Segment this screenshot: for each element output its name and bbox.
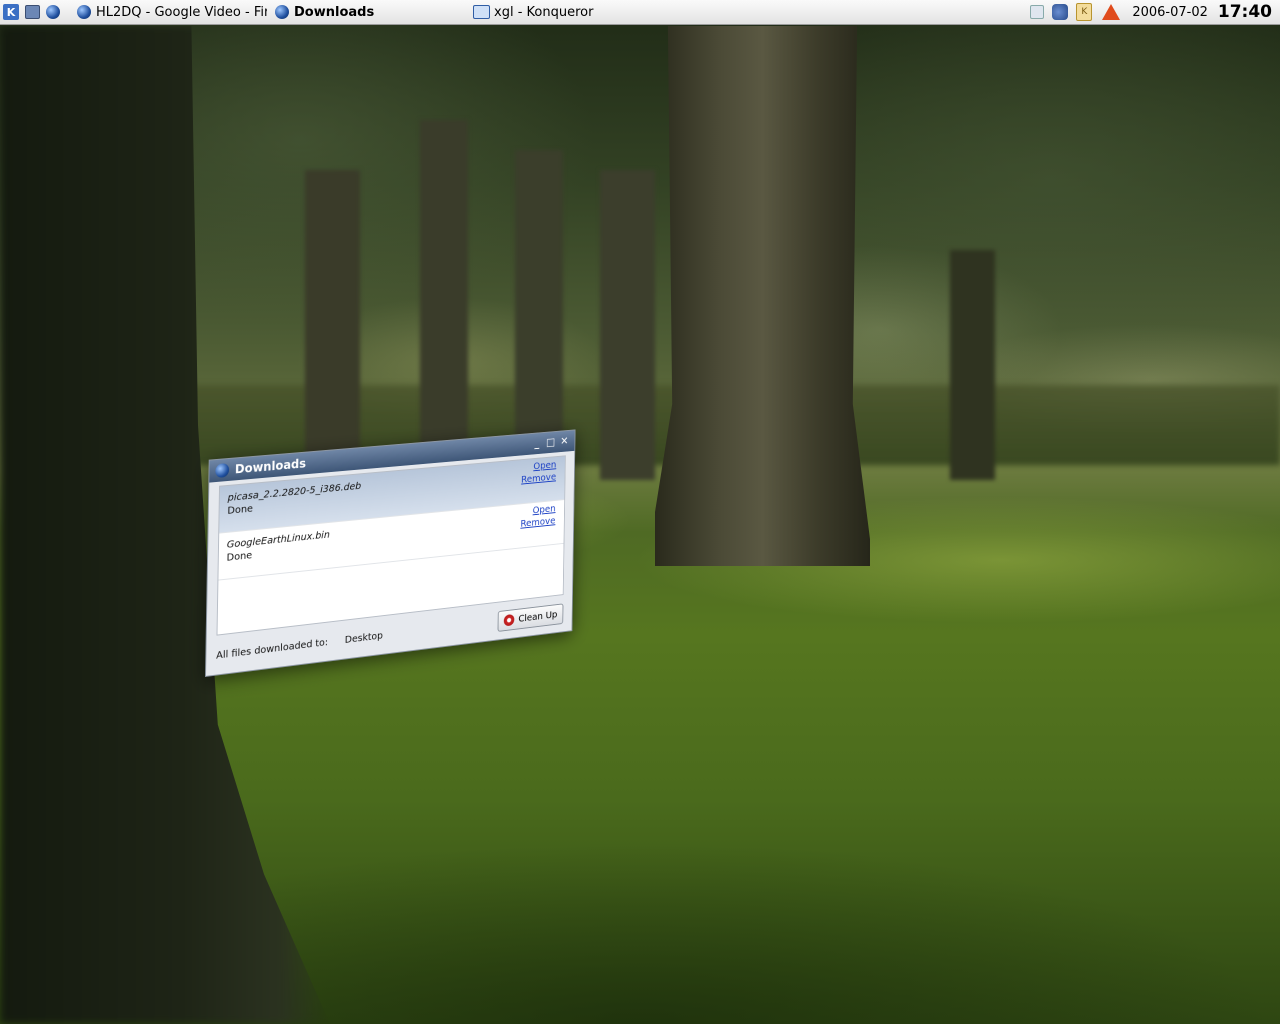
firefox-globe-icon [77,5,91,19]
task-label: HL2DQ - Google Video - Firefox [96,4,267,20]
show-desktop-icon[interactable] [25,5,40,19]
cleanup-icon [503,613,515,627]
download-actions: Open Remove [520,503,555,531]
folder-icon [473,5,490,19]
task-label: Downloads [294,4,375,20]
klipper-icon[interactable]: K [1076,3,1093,21]
desktop-wallpaper [0,0,1280,1024]
download-destination: Desktop [344,630,384,646]
firefox-globe-icon [215,462,230,479]
cleanup-label: Clean Up [518,609,558,625]
taskbar-task-downloads[interactable]: Downloads [271,1,469,23]
download-location-label: All files downloaded to: [216,636,329,662]
cleanup-button[interactable]: Clean Up [497,603,564,632]
taskbar: K HL2DQ - Google Video - Firefox Downloa… [0,0,1280,25]
firefox-globe-icon [275,5,289,19]
warning-icon[interactable] [1102,4,1121,20]
close-icon[interactable]: ✕ [559,435,569,448]
minimize-icon[interactable]: _ [532,437,543,450]
clock-date[interactable]: 2006-07-02 [1132,5,1208,20]
task-label: xgl - Konqueror [494,4,594,20]
maximize-icon[interactable]: □ [545,436,555,449]
system-tray: K 2006-07-02 17:40 [1026,0,1280,24]
clock-time[interactable]: 17:40 [1218,2,1272,22]
download-actions: Open Remove [521,459,556,487]
firefox-launcher-icon[interactable] [46,5,60,19]
taskbar-task-konqueror[interactable]: xgl - Konqueror [469,1,837,23]
speaker-icon[interactable] [1052,4,1069,20]
network-icon[interactable] [1030,5,1045,19]
wallpaper-main-tree [655,26,870,566]
k-menu-icon[interactable]: K [3,4,19,20]
taskbar-task-firefox[interactable]: HL2DQ - Google Video - Firefox [73,1,271,23]
